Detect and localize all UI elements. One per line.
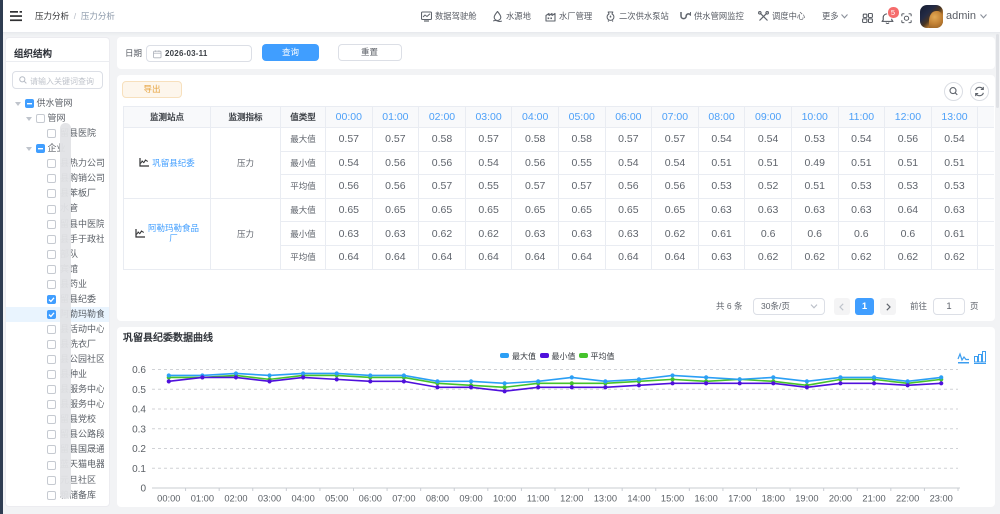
svg-text:05:00: 05:00: [325, 494, 348, 504]
svg-text:22:00: 22:00: [896, 494, 919, 504]
svg-text:09:00: 09:00: [459, 494, 482, 504]
svg-text:0.5: 0.5: [132, 385, 146, 396]
svg-text:07:00: 07:00: [392, 494, 415, 504]
svg-text:21:00: 21:00: [862, 494, 885, 504]
svg-text:0.3: 0.3: [132, 424, 146, 435]
svg-text:04:00: 04:00: [291, 494, 314, 504]
svg-text:16:00: 16:00: [694, 494, 717, 504]
svg-text:0.1: 0.1: [132, 464, 146, 475]
svg-text:15:00: 15:00: [661, 494, 684, 504]
svg-text:08:00: 08:00: [426, 494, 449, 504]
svg-text:01:00: 01:00: [191, 494, 214, 504]
svg-text:03:00: 03:00: [258, 494, 281, 504]
svg-text:0: 0: [140, 484, 146, 495]
svg-text:12:00: 12:00: [560, 494, 583, 504]
svg-text:17:00: 17:00: [728, 494, 751, 504]
svg-text:0.2: 0.2: [132, 444, 146, 455]
svg-text:10:00: 10:00: [493, 494, 516, 504]
svg-text:13:00: 13:00: [594, 494, 617, 504]
svg-text:19:00: 19:00: [795, 494, 818, 504]
svg-text:20:00: 20:00: [829, 494, 852, 504]
svg-text:18:00: 18:00: [762, 494, 785, 504]
svg-text:11:00: 11:00: [527, 494, 550, 504]
svg-text:14:00: 14:00: [627, 494, 650, 504]
svg-text:06:00: 06:00: [359, 494, 382, 504]
svg-text:23:00: 23:00: [930, 494, 953, 504]
svg-text:02:00: 02:00: [224, 494, 247, 504]
svg-text:0.4: 0.4: [132, 405, 146, 416]
svg-text:00:00: 00:00: [157, 494, 180, 504]
svg-text:0.6: 0.6: [132, 365, 146, 376]
